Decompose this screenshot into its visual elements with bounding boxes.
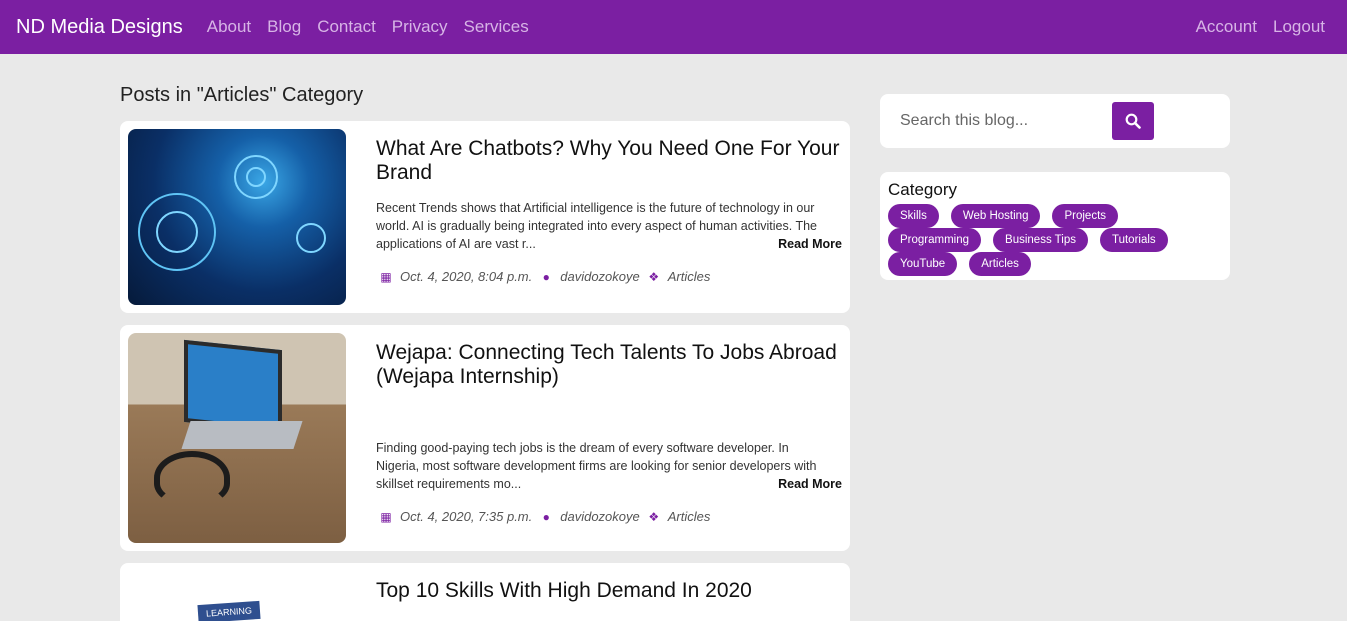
post-body: Wejapa: Connecting Tech Talents To Jobs … xyxy=(346,333,842,543)
nav-account-links: Account Logout xyxy=(1196,17,1331,37)
posts-column: Posts in "Articles" Category What Are Ch… xyxy=(120,84,850,621)
post-title-link[interactable]: Top 10 Skills With High Demand In 2020 xyxy=(376,579,842,603)
post-date: Oct. 4, 2020, 8:04 p.m. xyxy=(400,269,533,284)
user-icon: ● xyxy=(542,509,550,524)
post-thumbnail[interactable] xyxy=(128,333,346,543)
search-input[interactable] xyxy=(900,112,1112,130)
category-tag-tutorials[interactable]: Tutorials xyxy=(1099,228,1168,252)
sidebar: Category Skills Web Hosting Projects Pro… xyxy=(880,94,1230,280)
category-tag-programming[interactable]: Programming xyxy=(888,228,982,252)
nav-links: About Blog Contact Privacy Services xyxy=(207,17,529,37)
nav-link-blog[interactable]: Blog xyxy=(267,17,301,37)
post-body: What Are Chatbots? Why You Need One For … xyxy=(346,129,842,305)
calendar-icon: ▦ xyxy=(380,269,392,284)
post-body: Top 10 Skills With High Demand In 2020 xyxy=(346,571,842,621)
user-icon: ● xyxy=(542,269,550,284)
search-button[interactable] xyxy=(1112,102,1154,140)
category-widget: Category Skills Web Hosting Projects Pro… xyxy=(880,172,1230,280)
nav-link-services[interactable]: Services xyxy=(464,17,529,37)
post-card: Wejapa: Connecting Tech Talents To Jobs … xyxy=(120,325,850,551)
post-title-link[interactable]: Wejapa: Connecting Tech Talents To Jobs … xyxy=(376,341,842,389)
post-category[interactable]: Articles xyxy=(668,509,711,524)
category-tag-skills[interactable]: Skills xyxy=(888,204,939,228)
post-author[interactable]: davidozokoye xyxy=(560,269,640,284)
page-title: Posts in "Articles" Category xyxy=(120,84,364,106)
category-tag-web-hosting[interactable]: Web Hosting xyxy=(950,204,1041,228)
tag-icon: ❖ xyxy=(648,269,660,284)
post-title-link[interactable]: What Are Chatbots? Why You Need One For … xyxy=(376,137,842,185)
category-title: Category xyxy=(888,180,957,199)
post-meta: ▦ Oct. 4, 2020, 7:35 p.m. ● davidozokoye… xyxy=(376,509,710,524)
category-tag-articles[interactable]: Articles xyxy=(969,252,1031,276)
post-category[interactable]: Articles xyxy=(668,269,711,284)
post-thumbnail[interactable]: LEARNING xyxy=(128,571,346,621)
blog-search-form xyxy=(880,94,1230,148)
nav-link-contact[interactable]: Contact xyxy=(317,17,376,37)
post-card: LEARNING Top 10 Skills With High Demand … xyxy=(120,563,850,621)
post-author[interactable]: davidozokoye xyxy=(560,509,640,524)
category-tags: Skills Web Hosting Projects Programming … xyxy=(888,204,1222,276)
category-tag-youtube[interactable]: YouTube xyxy=(888,252,958,276)
tag-icon: ❖ xyxy=(648,509,660,524)
thumbnail-caption: LEARNING xyxy=(197,600,261,621)
nav-link-privacy[interactable]: Privacy xyxy=(392,17,448,37)
read-more-link[interactable]: Read More xyxy=(778,477,842,491)
brand-link[interactable]: ND Media Designs xyxy=(16,16,183,39)
calendar-icon: ▦ xyxy=(380,509,392,524)
post-thumbnail[interactable] xyxy=(128,129,346,305)
post-date: Oct. 4, 2020, 7:35 p.m. xyxy=(400,509,533,524)
category-tag-business-tips[interactable]: Business Tips xyxy=(993,228,1088,252)
top-navbar: ND Media Designs About Blog Contact Priv… xyxy=(0,0,1347,54)
read-more-link[interactable]: Read More xyxy=(778,237,842,251)
post-excerpt: Recent Trends shows that Artificial inte… xyxy=(376,201,817,251)
nav-link-about[interactable]: About xyxy=(207,17,251,37)
post-meta: ▦ Oct. 4, 2020, 8:04 p.m. ● davidozokoye… xyxy=(376,269,842,284)
nav-link-account[interactable]: Account xyxy=(1196,17,1257,37)
search-icon xyxy=(1125,113,1141,129)
post-card: What Are Chatbots? Why You Need One For … xyxy=(120,121,850,313)
nav-link-logout[interactable]: Logout xyxy=(1273,17,1325,37)
category-tag-projects[interactable]: Projects xyxy=(1052,204,1119,228)
post-excerpt: Finding good-paying tech jobs is the dre… xyxy=(376,441,817,491)
